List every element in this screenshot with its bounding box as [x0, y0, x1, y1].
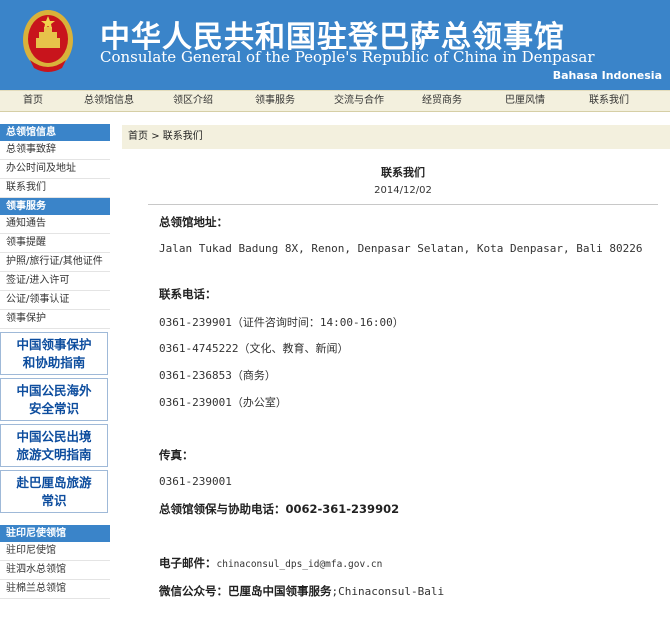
breadcrumb-current: 联系我们 [162, 131, 203, 142]
promo-overseas-safety-button[interactable]: 中国公民海外 安全常识 [0, 378, 108, 421]
protection-hotline-number: 0062-361-239902 [285, 502, 400, 516]
sidebar-item-passport[interactable]: 护照/旅行证/其他证件 [0, 253, 110, 272]
promo-bali-travel-tips-button[interactable]: 赴巴厘岛旅游 常识 [0, 470, 108, 513]
sidebar-item-medan-consulate[interactable]: 驻棉兰总领馆 [0, 580, 110, 599]
email-label: 电子邮件： [159, 556, 217, 570]
promo-line: 中国领事保护 [16, 337, 92, 352]
fax-number: 0361-239001 [159, 475, 232, 488]
promo-line: 赴巴厘岛旅游 [16, 475, 92, 490]
sidebar-item-notices[interactable]: 通知通告 [0, 215, 110, 234]
email-link[interactable]: chinaconsul_dps_id@mfa.gov.cn [217, 559, 383, 570]
wechat-id: ;Chinaconsul-Bali [331, 585, 445, 598]
nav-exchange-cooperation[interactable]: 交流与合作 [316, 91, 402, 111]
phone-line: 0361-239001（办公室） [159, 396, 287, 409]
phone-line: 0361-4745222（文化、教育、新闻） [159, 342, 349, 355]
address-text: Jalan Tukad Badung 8X, Renon, Denpasar S… [159, 242, 643, 255]
national-emblem-icon[interactable] [22, 8, 74, 74]
phone-line: 0361-236853（商务） [159, 369, 276, 382]
protection-hotline-label: 总领馆领保与协助电话： [159, 502, 286, 516]
promo-line: 旅游文明指南 [16, 447, 92, 462]
sidebar-item-notarization[interactable]: 公证/领事认证 [0, 291, 110, 310]
promo-line: 安全常识 [28, 401, 79, 416]
nav-contact-us[interactable]: 联系我们 [568, 91, 650, 111]
promo-line: 中国公民海外 [16, 383, 92, 398]
protection-hotline: 总领馆领保与协助电话：0062-361-239902 [159, 501, 399, 517]
language-switch-link[interactable]: Bahasa Indonesia [553, 69, 662, 82]
sidebar-section-consulate-info: 总领馆信息 [0, 124, 110, 141]
nav-trade-business[interactable]: 经贸商务 [402, 91, 482, 111]
sidebar-item-embassy-indonesia[interactable]: 驻印尼使馆 [0, 542, 110, 561]
page-title: 联系我们 [381, 166, 425, 179]
divider [148, 204, 658, 205]
breadcrumb-separator: > [151, 131, 160, 142]
sidebar: 总领馆信息 总领事致辞 办公时间及地址 联系我们 领事服务 通知通告 领事提醒 … [0, 124, 110, 599]
fax-label: 传真： [159, 448, 194, 462]
sidebar-item-consular-reminders[interactable]: 领事提醒 [0, 234, 110, 253]
publish-date: 2014/12/02 [374, 185, 432, 196]
nav-home[interactable]: 首页 [0, 91, 66, 111]
article-header: 联系我们 2014/12/02 [148, 150, 658, 205]
nav-bali-culture[interactable]: 巴厘风情 [482, 91, 568, 111]
promo-protection-guide-button[interactable]: 中国领事保护 和协助指南 [0, 332, 108, 375]
promo-travel-etiquette-button[interactable]: 中国公民出境 旅游文明指南 [0, 424, 108, 467]
nav-region-intro[interactable]: 领区介绍 [152, 91, 234, 111]
sidebar-item-consul-general-speech[interactable]: 总领事致辞 [0, 141, 110, 160]
wechat-label: 微信公众号： [159, 584, 228, 598]
wechat-row: 微信公众号：巴厘岛中国领事服务;Chinaconsul-Bali [159, 583, 444, 599]
nav-consular-services[interactable]: 领事服务 [234, 91, 316, 111]
phone-line: 0361-239901（证件咨询时间：14:00-16:00） [159, 316, 404, 329]
sidebar-item-visa[interactable]: 签证/进入许可 [0, 272, 110, 291]
sidebar-item-contact-us[interactable]: 联系我们 [0, 179, 110, 198]
promo-line: 中国公民出境 [16, 429, 92, 444]
sidebar-item-consular-protection[interactable]: 领事保护 [0, 310, 110, 329]
sidebar-section-missions-indonesia: 驻印尼使领馆 [0, 525, 110, 542]
promo-line: 常识 [41, 493, 67, 508]
email-row: 电子邮件：chinaconsul_dps_id@mfa.gov.cn [159, 555, 382, 571]
sidebar-section-consular-services: 领事服务 [0, 198, 110, 215]
breadcrumb: 首页 > 联系我们 [122, 125, 670, 149]
phone-label: 联系电话： [159, 287, 217, 301]
wechat-name: 巴厘岛中国领事服务 [228, 584, 332, 598]
sidebar-item-office-hours[interactable]: 办公时间及地址 [0, 160, 110, 179]
promo-line: 和协助指南 [22, 355, 86, 370]
breadcrumb-home-link[interactable]: 首页 [128, 131, 148, 142]
site-header: 中华人民共和国驻登巴萨总领事馆 Consulate General of the… [0, 0, 670, 90]
site-title-english: Consulate General of the People's Republ… [100, 48, 595, 66]
main-nav: 首页 总领馆信息 领区介绍 领事服务 交流与合作 经贸商务 巴厘风情 联系我们 [0, 90, 670, 112]
address-label: 总领馆地址： [159, 215, 228, 229]
sidebar-item-surabaya-consulate[interactable]: 驻泗水总领馆 [0, 561, 110, 580]
nav-consulate-info[interactable]: 总领馆信息 [66, 91, 152, 111]
